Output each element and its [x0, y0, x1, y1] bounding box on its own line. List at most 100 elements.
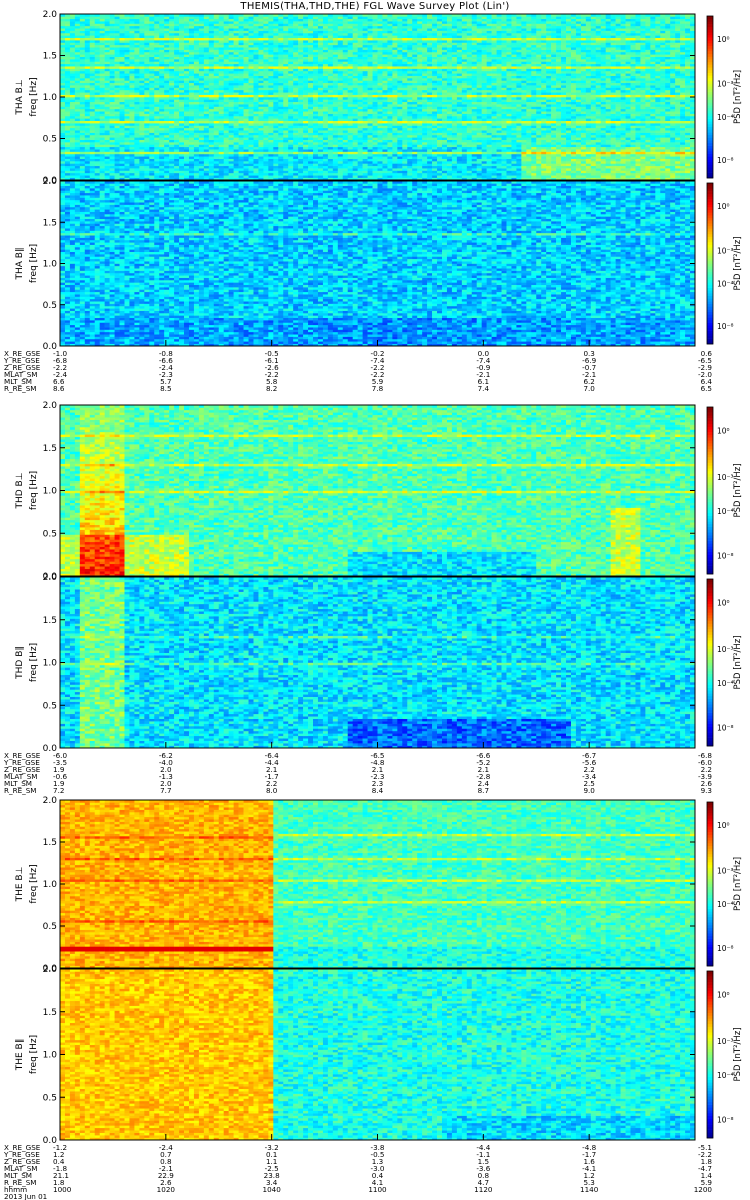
spectrogram-cell: [179, 26, 184, 29]
spectrogram-cell: [60, 23, 65, 26]
spectrogram-cell: [204, 166, 209, 169]
spectrogram-cell: [80, 125, 85, 128]
spectrogram-cell: [214, 106, 219, 109]
spectrogram-cell: [179, 159, 184, 162]
spectrogram-cell: [65, 47, 70, 50]
spectrogram-cell: [85, 88, 90, 91]
spectrogram-cell: [199, 71, 204, 74]
spectrogram-cell: [124, 102, 129, 105]
spectrogram-cell: [174, 173, 179, 176]
spectrogram-cell: [169, 142, 174, 145]
spectrogram-cell: [159, 125, 164, 128]
spectrogram-cell: [65, 76, 70, 79]
spectrogram-cell: [144, 21, 149, 24]
spectrogram-cell: [95, 156, 100, 159]
spectrogram-cell: [159, 137, 164, 140]
spectrogram-cell: [120, 71, 125, 74]
spectrogram-cell: [120, 118, 125, 121]
spectrogram-cell: [184, 154, 189, 157]
spectrogram-cell: [65, 97, 70, 100]
spectrogram-cell: [129, 28, 134, 31]
spectrogram-cell: [90, 85, 95, 88]
spectrogram-cell: [174, 147, 179, 150]
spectrogram-cell: [100, 149, 105, 152]
spectrogram-cell: [65, 45, 70, 48]
spectrogram-cell: [154, 21, 159, 24]
spectrogram-cell: [120, 83, 125, 86]
spectrogram-cell: [209, 161, 214, 164]
spectrogram-cell: [105, 57, 110, 60]
spectrogram-cell: [90, 21, 95, 24]
spectrogram-cell: [124, 106, 129, 109]
spectrogram-cell: [144, 152, 149, 155]
spectrogram-cell: [95, 142, 100, 145]
spectrogram-cell: [159, 166, 164, 169]
spectrogram-cell: [90, 28, 95, 31]
spectrogram-cell: [60, 135, 65, 138]
spectrogram-cell: [169, 57, 174, 60]
spectrogram-cell: [184, 35, 189, 38]
spectrogram-cell: [85, 109, 90, 112]
spectrogram-cell: [134, 35, 139, 38]
spectrogram-cell: [124, 50, 129, 53]
spectrogram-cell: [85, 116, 90, 119]
spectrogram-cell: [129, 97, 134, 100]
spectrogram-cell: [70, 114, 75, 117]
spectrogram-cell: [179, 23, 184, 26]
spectrogram-cell: [174, 156, 179, 159]
spectrogram-cell: [120, 88, 125, 91]
spectrogram-cell: [70, 16, 75, 19]
spectrogram-cell: [80, 42, 85, 45]
spectrogram-cell: [100, 71, 105, 74]
spectrogram-cell: [154, 45, 159, 48]
spectrogram-cell: [129, 128, 134, 131]
spectrogram-cell: [85, 166, 90, 169]
spectrogram-cell: [209, 45, 214, 48]
spectrogram-cell: [60, 52, 65, 55]
spectrogram-cell: [95, 52, 100, 55]
spectrogram-cell: [184, 171, 189, 174]
spectrogram-cell: [204, 114, 209, 117]
spectrogram-cell: [100, 168, 105, 171]
spectrogram-cell: [159, 38, 164, 41]
spectrogram-cell: [129, 118, 134, 121]
spectrogram-cell: [75, 90, 80, 93]
spectrogram-cell: [209, 149, 214, 152]
spectrogram-cell: [60, 26, 65, 29]
spectrogram-cell: [144, 83, 149, 86]
spectrogram-cell: [100, 50, 105, 53]
spectrogram-cell: [159, 163, 164, 166]
spectrogram-cell: [149, 66, 154, 69]
spectrogram-cell: [164, 128, 169, 131]
spectrogram-cell: [199, 90, 204, 93]
spectrogram-cell: [184, 64, 189, 67]
spectrogram-cell: [169, 38, 174, 41]
spectrogram-cell: [60, 88, 65, 91]
spectrogram-cell: [70, 130, 75, 133]
spectrogram-cell: [199, 152, 204, 155]
spectrogram-cell: [169, 106, 174, 109]
spectrogram-cell: [149, 95, 154, 98]
spectrogram-cell: [204, 57, 209, 60]
spectrogram-cell: [184, 90, 189, 93]
spectrogram-cell: [110, 106, 115, 109]
spectrogram-cell: [149, 97, 154, 100]
spectrogram-cell: [184, 38, 189, 41]
spectrogram-cell: [95, 21, 100, 24]
spectrogram-cell: [85, 152, 90, 155]
spectrogram-cell: [124, 97, 129, 100]
spectrogram-cell: [124, 156, 129, 159]
spectrogram-cell: [209, 78, 214, 81]
spectrogram-cell: [115, 21, 120, 24]
spectrogram-cell: [110, 66, 115, 69]
spectrogram-cell: [95, 33, 100, 36]
spectrogram-cell: [80, 85, 85, 88]
spectrogram-cell: [105, 123, 110, 126]
spectrogram-cell: [144, 95, 149, 98]
spectrogram-cell: [164, 47, 169, 50]
spectrogram-cell: [139, 45, 144, 48]
spectrogram-cell: [124, 31, 129, 34]
spectrogram-cell: [174, 80, 179, 83]
spectrogram-cell: [134, 78, 139, 81]
spectrogram-cell: [70, 57, 75, 60]
